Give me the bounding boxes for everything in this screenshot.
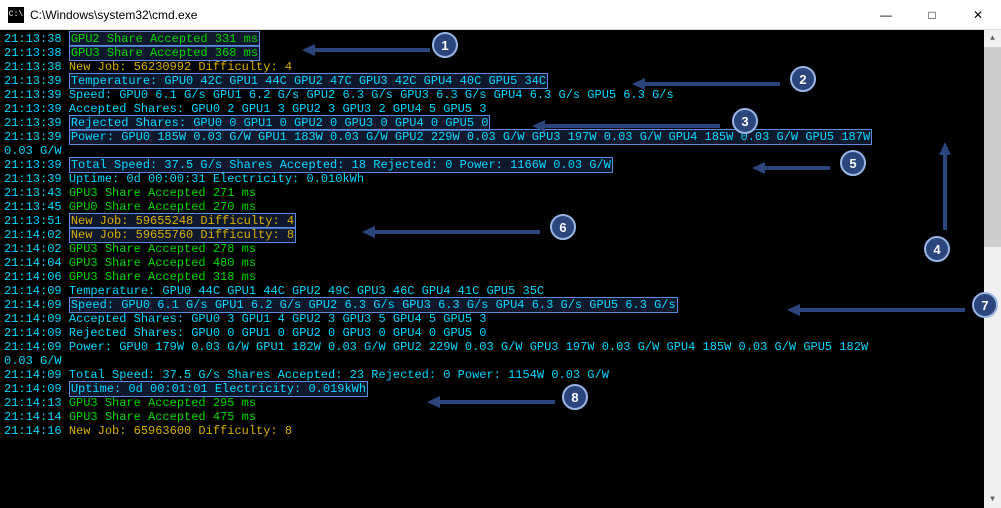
timestamp: 21:13:43 <box>4 186 62 200</box>
terminal-line: 0.03 G/W <box>4 354 997 368</box>
log-text: Speed: GPU0 6.1 G/s GPU1 6.2 G/s GPU2 6.… <box>69 297 678 313</box>
terminal-line: 21:14:09 Speed: GPU0 6.1 G/s GPU1 6.2 G/… <box>4 298 997 312</box>
maximize-button[interactable]: □ <box>909 0 955 30</box>
log-text: Power: GPU0 185W 0.03 G/W GPU1 183W 0.03… <box>69 129 872 145</box>
log-text: Uptime: 0d 00:00:31 Electricity: 0.010kW… <box>69 172 364 186</box>
log-text: Temperature: GPU0 44C GPU1 44C GPU2 49C … <box>69 284 544 298</box>
timestamp: 21:13:39 <box>4 88 62 102</box>
log-text: Temperature: GPU0 42C GPU1 44C GPU2 47C … <box>69 73 548 89</box>
timestamp: 21:13:39 <box>4 74 62 88</box>
timestamp: 21:13:38 <box>4 46 62 60</box>
log-text: GPU3 Share Accepted 475 ms <box>69 410 256 424</box>
terminal-line: 21:14:09 Total Speed: 37.5 G/s Shares Ac… <box>4 368 997 382</box>
terminal-line: 21:14:09 Temperature: GPU0 44C GPU1 44C … <box>4 284 997 298</box>
terminal-line: 21:13:39 Rejected Shares: GPU0 0 GPU1 0 … <box>4 116 997 130</box>
window-title: C:\Windows\system32\cmd.exe <box>30 8 863 22</box>
log-text: GPU3 Share Accepted 278 ms <box>69 242 256 256</box>
terminal-line: 21:14:02 New Job: 59655760 Difficulty: 8 <box>4 228 997 242</box>
log-text: Accepted Shares: GPU0 3 GPU1 4 GPU2 3 GP… <box>69 312 487 326</box>
log-text: GPU0 Share Accepted 270 ms <box>69 200 256 214</box>
timestamp: 21:13:51 <box>4 214 62 228</box>
timestamp: 21:14:09 <box>4 284 62 298</box>
log-text: New Job: 59655760 Difficulty: 8 <box>69 227 296 243</box>
log-text: 0.03 G/W <box>4 144 62 158</box>
terminal-line: 21:13:39 Temperature: GPU0 42C GPU1 44C … <box>4 74 997 88</box>
scrollbar-thumb[interactable] <box>984 47 1001 247</box>
timestamp: 21:14:14 <box>4 410 62 424</box>
timestamp: 21:13:39 <box>4 116 62 130</box>
log-text: Speed: GPU0 6.1 G/s GPU1 6.2 G/s GPU2 6.… <box>69 88 674 102</box>
terminal-line: 21:14:14 GPU3 Share Accepted 475 ms <box>4 410 997 424</box>
log-text: Rejected Shares: GPU0 0 GPU1 0 GPU2 0 GP… <box>69 326 487 340</box>
terminal-line: 21:13:38 GPU2 Share Accepted 331 ms <box>4 32 997 46</box>
minimize-button[interactable]: ― <box>863 0 909 30</box>
terminal-line: 0.03 G/W <box>4 144 997 158</box>
terminal-line: 21:13:39 Total Speed: 37.5 G/s Shares Ac… <box>4 158 997 172</box>
timestamp: 21:14:02 <box>4 242 62 256</box>
timestamp: 21:14:09 <box>4 326 62 340</box>
terminal-line: 21:14:13 GPU3 Share Accepted 295 ms <box>4 396 997 410</box>
terminal-line: 21:14:09 Power: GPU0 179W 0.03 G/W GPU1 … <box>4 340 997 354</box>
timestamp: 21:14:09 <box>4 298 62 312</box>
log-text: GPU3 Share Accepted 318 ms <box>69 270 256 284</box>
timestamp: 21:13:39 <box>4 158 62 172</box>
log-text: New Job: 65963600 Difficulty: 8 <box>69 424 292 438</box>
log-text: GPU3 Share Accepted 480 ms <box>69 256 256 270</box>
terminal-line: 21:14:16 New Job: 65963600 Difficulty: 8 <box>4 424 997 438</box>
timestamp: 21:14:04 <box>4 256 62 270</box>
log-text: Total Speed: 37.5 G/s Shares Accepted: 2… <box>69 368 609 382</box>
timestamp: 21:14:02 <box>4 228 62 242</box>
terminal-line: 21:14:09 Accepted Shares: GPU0 3 GPU1 4 … <box>4 312 997 326</box>
log-text: New Job: 56230992 Difficulty: 4 <box>69 60 292 74</box>
timestamp: 21:13:45 <box>4 200 62 214</box>
log-text: Power: GPU0 179W 0.03 G/W GPU1 182W 0.03… <box>69 340 868 354</box>
terminal-line: 21:14:09 Rejected Shares: GPU0 0 GPU1 0 … <box>4 326 997 340</box>
titlebar[interactable]: C:\ C:\Windows\system32\cmd.exe ― □ ✕ <box>0 0 1001 30</box>
terminal-line: 21:13:45 GPU0 Share Accepted 270 ms <box>4 200 997 214</box>
timestamp: 21:13:39 <box>4 102 62 116</box>
log-text: GPU3 Share Accepted 295 ms <box>69 396 256 410</box>
log-text: Uptime: 0d 00:01:01 Electricity: 0.019kW… <box>69 381 368 397</box>
log-text: Accepted Shares: GPU0 2 GPU1 3 GPU2 3 GP… <box>69 102 487 116</box>
cmd-icon: C:\ <box>8 7 24 23</box>
terminal-line: 21:14:09 Uptime: 0d 00:01:01 Electricity… <box>4 382 997 396</box>
log-text: 0.03 G/W <box>4 354 62 368</box>
timestamp: 21:14:09 <box>4 340 62 354</box>
vertical-scrollbar[interactable]: ▲ ▼ <box>984 30 1001 508</box>
terminal-line: 21:13:39 Speed: GPU0 6.1 G/s GPU1 6.2 G/… <box>4 88 997 102</box>
timestamp: 21:14:13 <box>4 396 62 410</box>
scroll-up-button[interactable]: ▲ <box>984 30 1001 47</box>
timestamp: 21:14:09 <box>4 368 62 382</box>
terminal-line: 21:13:38 GPU3 Share Accepted 368 ms <box>4 46 997 60</box>
timestamp: 21:14:09 <box>4 382 62 396</box>
close-button[interactable]: ✕ <box>955 0 1001 30</box>
terminal-line: 21:13:43 GPU3 Share Accepted 271 ms <box>4 186 997 200</box>
timestamp: 21:14:06 <box>4 270 62 284</box>
terminal-line: 21:14:04 GPU3 Share Accepted 480 ms <box>4 256 997 270</box>
scroll-down-button[interactable]: ▼ <box>984 491 1001 508</box>
terminal-line: 21:14:02 GPU3 Share Accepted 278 ms <box>4 242 997 256</box>
timestamp: 21:13:39 <box>4 130 62 144</box>
terminal-line: 21:13:39 Accepted Shares: GPU0 2 GPU1 3 … <box>4 102 997 116</box>
terminal-line: 21:13:38 New Job: 56230992 Difficulty: 4 <box>4 60 997 74</box>
timestamp: 21:13:38 <box>4 32 62 46</box>
terminal-line: 21:13:51 New Job: 59655248 Difficulty: 4 <box>4 214 997 228</box>
terminal-output[interactable]: 21:13:38 GPU2 Share Accepted 331 ms21:13… <box>0 30 1001 508</box>
log-text: Total Speed: 37.5 G/s Shares Accepted: 1… <box>69 157 613 173</box>
timestamp: 21:13:38 <box>4 60 62 74</box>
terminal-line: 21:13:39 Power: GPU0 185W 0.03 G/W GPU1 … <box>4 130 997 144</box>
log-text: GPU3 Share Accepted 271 ms <box>69 186 256 200</box>
timestamp: 21:14:16 <box>4 424 62 438</box>
terminal-line: 21:13:39 Uptime: 0d 00:00:31 Electricity… <box>4 172 997 186</box>
timestamp: 21:13:39 <box>4 172 62 186</box>
log-text: GPU3 Share Accepted 368 ms <box>69 45 260 61</box>
terminal-line: 21:14:06 GPU3 Share Accepted 318 ms <box>4 270 997 284</box>
timestamp: 21:14:09 <box>4 312 62 326</box>
